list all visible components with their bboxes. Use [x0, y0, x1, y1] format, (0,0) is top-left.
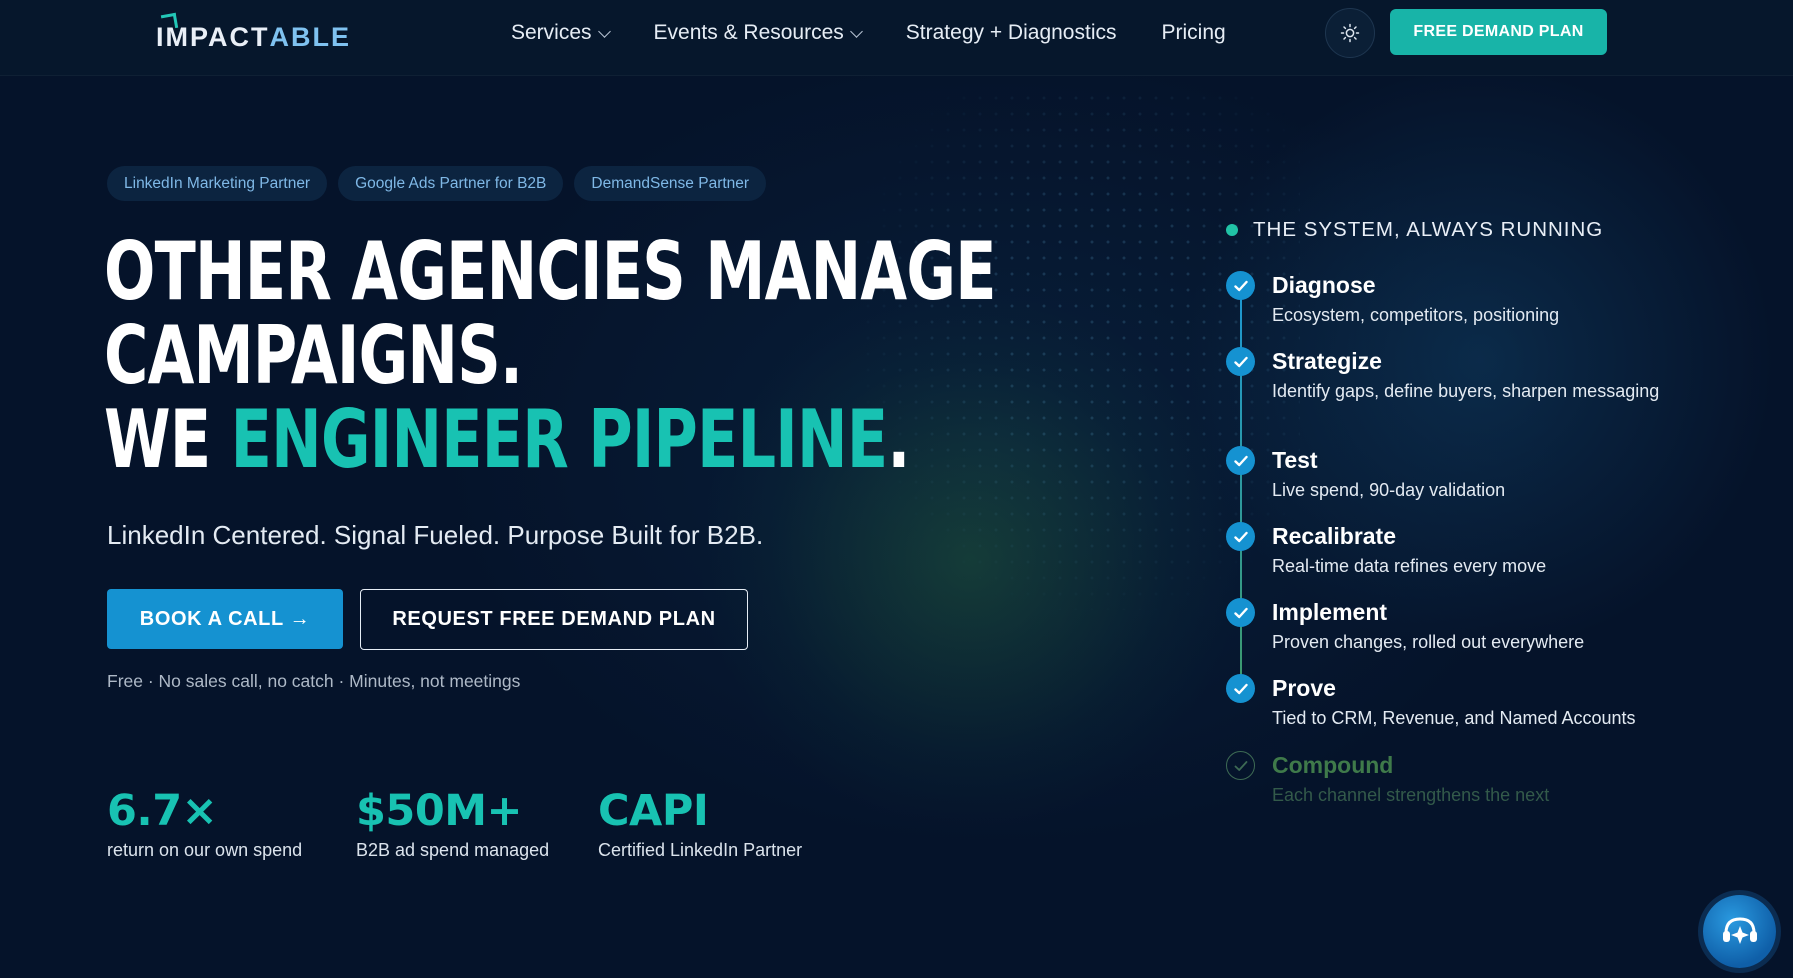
page: IMPACT ABLE Services Events & Resources S…: [0, 0, 1793, 978]
step-desc: Identify gaps, define buyers, sharpen me…: [1272, 381, 1660, 401]
stat-capi: CAPI Certified LinkedIn Partner: [598, 786, 802, 861]
headline-prefix: WE: [104, 393, 231, 486]
logo-suffix: ABLE: [269, 21, 351, 52]
menu-item-services[interactable]: Services: [511, 20, 611, 46]
fine-print: Free · No sales call, no catch · Minutes…: [107, 671, 521, 691]
theme-toggle-button[interactable]: [1325, 8, 1375, 58]
headline-line-2: CAMPAIGNS.: [104, 309, 523, 402]
stat-return: 6.7× return on our own spend: [107, 786, 302, 861]
menu-item-events-resources[interactable]: Events & Resources: [653, 20, 863, 46]
step-desc: Proven changes, rolled out everywhere: [1272, 632, 1585, 652]
hero-headline: OTHER AGENCIES MANAGE CAMPAIGNS. WE ENGI…: [104, 225, 996, 482]
partner-badges: LinkedIn Marketing Partner Google Ads Pa…: [107, 166, 767, 201]
step-title: Implement: [1272, 599, 1388, 625]
badge-demandsense-partner: DemandSense Partner: [574, 166, 767, 201]
stat-value: $50M+: [356, 786, 523, 836]
check-icon: [1226, 347, 1255, 376]
step-title: Compound: [1272, 752, 1394, 778]
stat-spend: $50M+ B2B ad spend managed: [356, 786, 549, 861]
chevron-down-icon: [849, 24, 863, 38]
step-desc: Ecosystem, competitors, positioning: [1272, 305, 1560, 325]
check-icon: [1226, 674, 1255, 703]
step-desc: Real-time data refines every move: [1272, 556, 1547, 576]
badge-google-ads-partner: Google Ads Partner for B2B: [338, 166, 564, 201]
step-title: Recalibrate: [1272, 523, 1397, 549]
stat-value: CAPI: [598, 786, 709, 836]
step-title: Prove: [1272, 675, 1336, 701]
stat-value: 6.7×: [107, 786, 218, 836]
stat-label: B2B ad spend managed: [356, 840, 550, 860]
logo-prefix: IMPACT: [156, 21, 270, 52]
support-chat-button[interactable]: [1703, 895, 1776, 968]
badge-linkedin-partner: LinkedIn Marketing Partner: [107, 166, 328, 201]
hero-subline: LinkedIn Centered. Signal Fueled. Purpos…: [107, 520, 764, 550]
stat-label: Certified LinkedIn Partner: [598, 840, 803, 860]
menu-item-pricing[interactable]: Pricing: [1161, 20, 1225, 46]
step-desc: Live spend, 90-day validation: [1272, 480, 1506, 500]
step-title: Strategize: [1272, 348, 1382, 374]
headline-line-3: WE ENGINEER PIPELINE.: [104, 398, 910, 482]
headline-accent: ENGINEER PIPELINE: [230, 393, 888, 486]
live-dot-icon: [1226, 224, 1238, 236]
step-title: Diagnose: [1272, 272, 1376, 298]
step-desc: Each channel strengthens the next: [1272, 785, 1550, 805]
check-icon: [1226, 522, 1255, 551]
sun-icon: [1340, 23, 1360, 43]
menu-item-label: Events & Resources: [653, 21, 844, 44]
headline-suffix: .: [887, 393, 910, 486]
system-title: THE SYSTEM, ALWAYS RUNNING: [1226, 218, 1603, 242]
logo[interactable]: IMPACT ABLE: [156, 20, 351, 54]
menu-item-label: Services: [511, 21, 592, 44]
menu-item-strategy-diagnostics[interactable]: Strategy + Diagnostics: [906, 20, 1117, 46]
step-title: Test: [1272, 447, 1318, 473]
free-demand-plan-button[interactable]: FREE DEMAND PLAN: [1390, 9, 1607, 55]
top-nav: IMPACT ABLE Services Events & Resources S…: [0, 0, 1793, 76]
main-menu: Services Events & Resources Strategy + D…: [511, 20, 1271, 46]
support-chat-icon: [1722, 916, 1757, 944]
system-title-text: THE SYSTEM, ALWAYS RUNNING: [1253, 218, 1604, 241]
check-icon: [1226, 598, 1255, 627]
check-icon: [1226, 751, 1255, 780]
menu-item-label: Strategy + Diagnostics: [905, 21, 1117, 44]
chevron-down-icon: [597, 24, 611, 38]
timeline-line: [1240, 284, 1242, 688]
menu-item-label: Pricing: [1161, 21, 1226, 44]
request-demand-plan-button[interactable]: REQUEST FREE DEMAND PLAN: [360, 589, 748, 650]
stat-label: return on our own spend: [107, 840, 303, 860]
check-icon: [1226, 446, 1255, 475]
book-a-call-button[interactable]: BOOK A CALL →: [107, 589, 343, 649]
step-desc: Tied to CRM, Revenue, and Named Accounts: [1272, 708, 1636, 728]
headline-line-1: OTHER AGENCIES MANAGE: [104, 225, 996, 318]
check-icon: [1226, 271, 1255, 300]
